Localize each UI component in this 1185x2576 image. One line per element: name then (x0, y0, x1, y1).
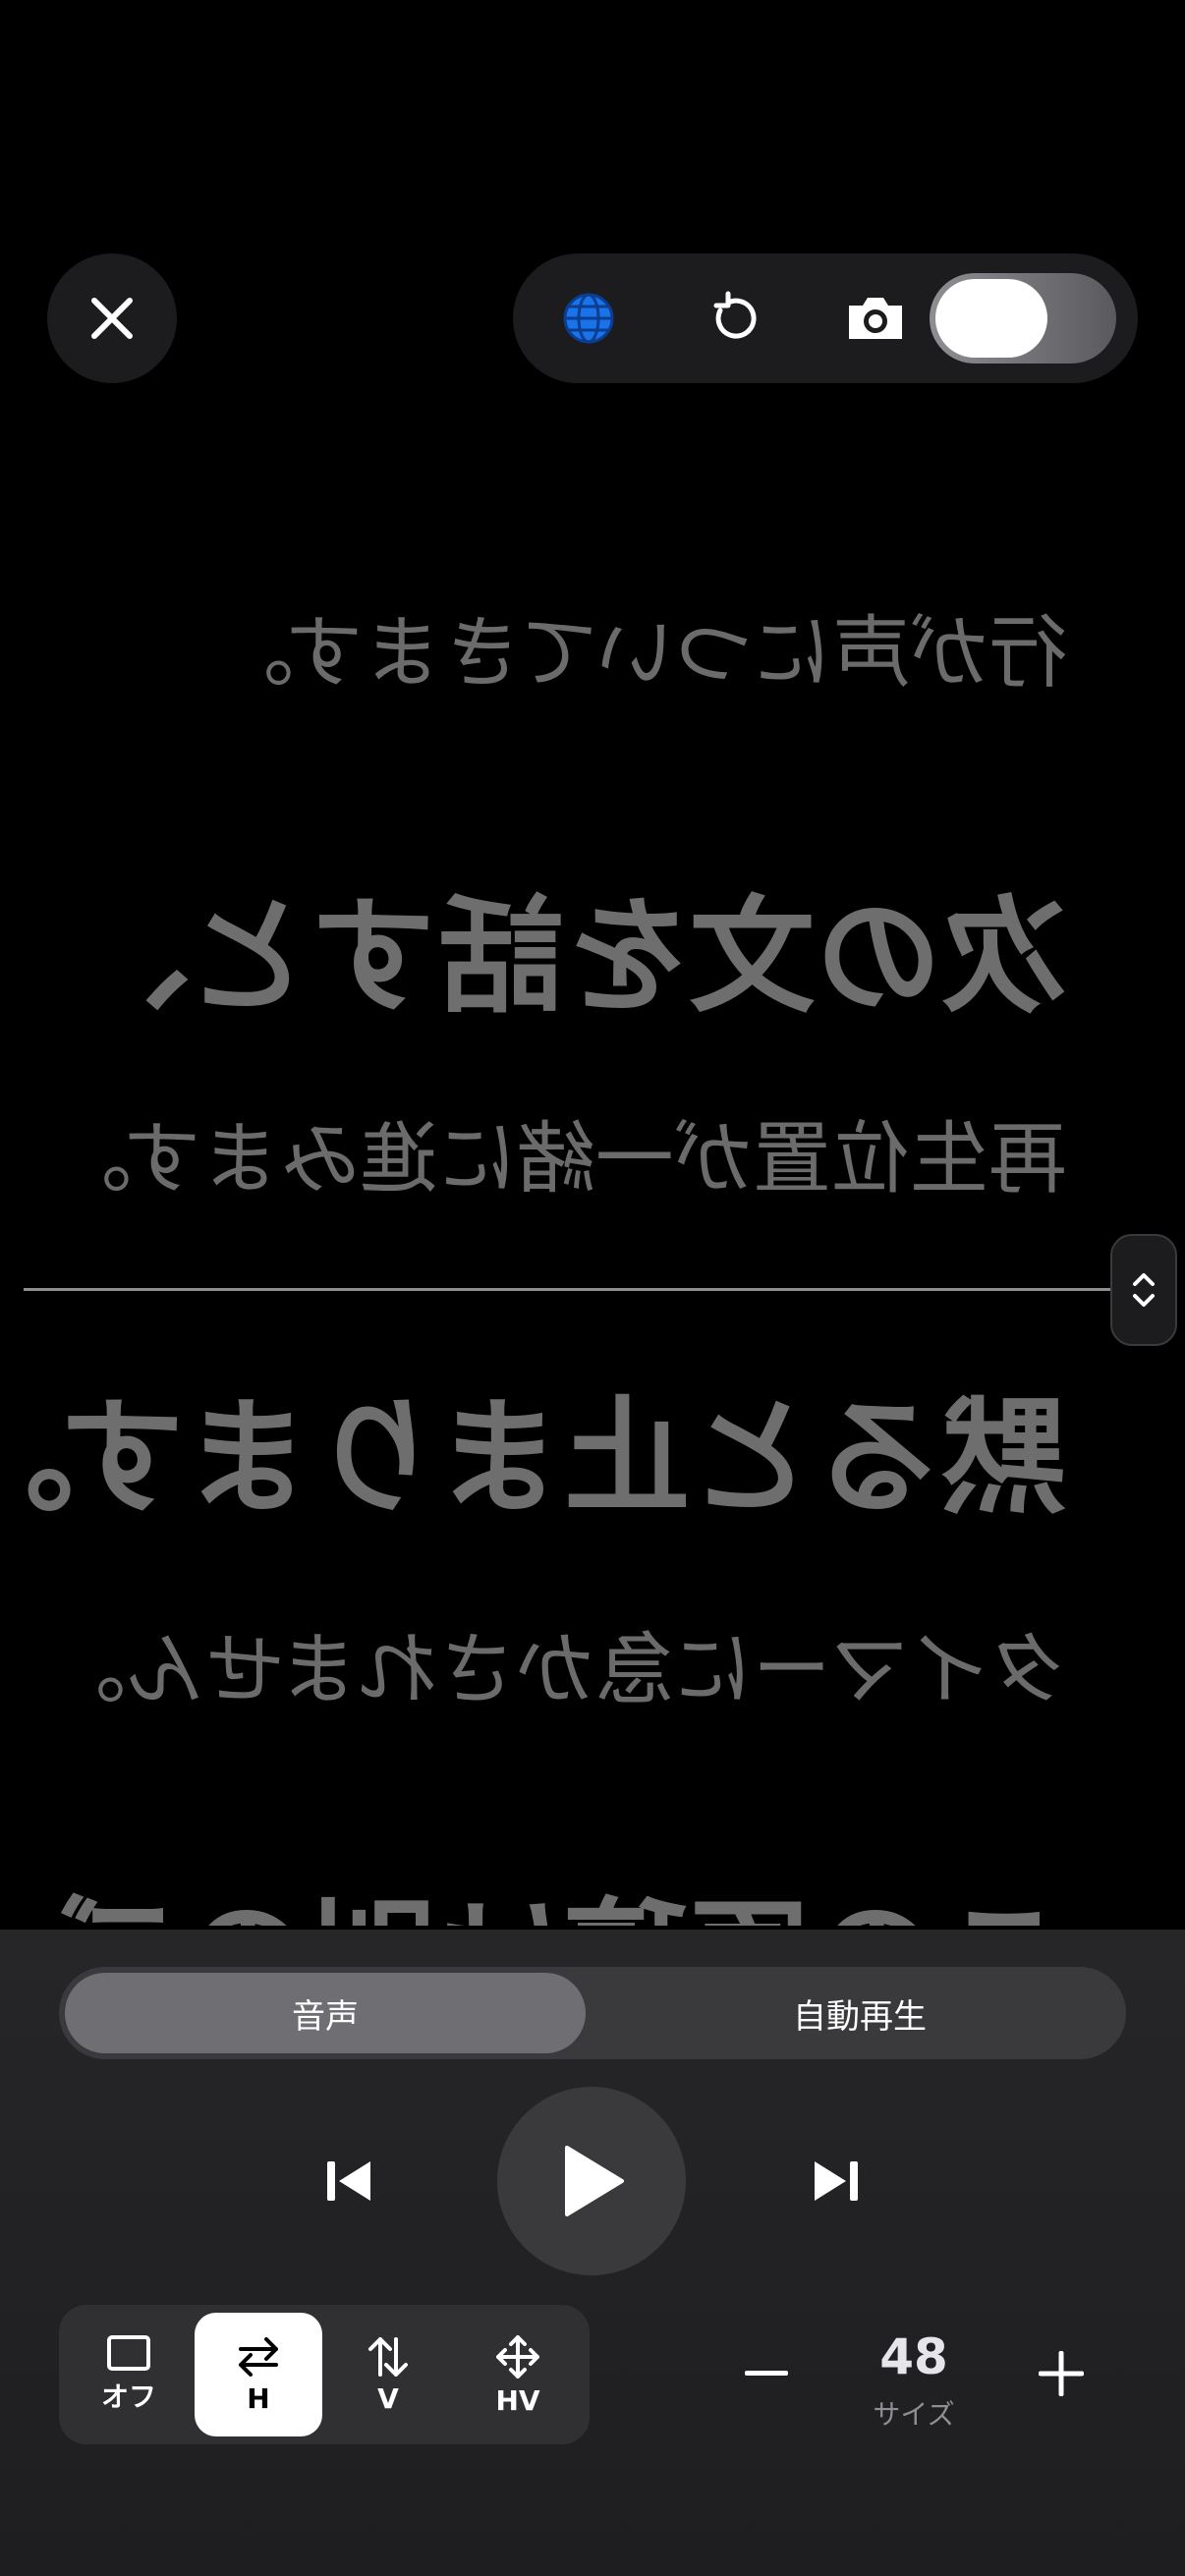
toggle-knob (935, 279, 1047, 358)
prompter-line: タイマーに急かされません。 (47, 1624, 1067, 1715)
rotate-icon (713, 291, 757, 339)
reset-button[interactable] (680, 253, 788, 383)
prompter-area[interactable]: 行が声についてきます。 次の文を話すと、 再生位置が一緒に進みます。 黙ると止ま… (0, 550, 1185, 1926)
skip-forward-icon (815, 2161, 858, 2201)
reading-guide-line (24, 1288, 1110, 1291)
prompter-line: 再生位置が一緒に進みます。 (53, 1113, 1067, 1204)
reading-guide-handle[interactable] (1110, 1234, 1177, 1346)
close-icon (91, 298, 133, 339)
mirror-v-button[interactable]: V (324, 2313, 452, 2436)
camera-toggle[interactable] (930, 273, 1116, 364)
mirror-h-label: H (247, 2381, 270, 2415)
top-toolbar (513, 253, 1138, 383)
camera-button[interactable] (821, 253, 930, 383)
move-arrows-icon (496, 2334, 539, 2379)
minus-icon (745, 2371, 788, 2376)
mirror-v-label: V (377, 2381, 399, 2415)
prompter-line: 黙ると止まります。 (0, 1385, 1067, 1532)
mirror-h-button[interactable]: H (195, 2313, 322, 2436)
plus-icon (1039, 2351, 1084, 2396)
mode-voice-tab[interactable]: 音声 (65, 1973, 586, 2053)
play-icon (565, 2146, 624, 2216)
language-button[interactable] (535, 253, 643, 383)
prompter-line: 次の文を話すと、 (66, 884, 1067, 1031)
prompter-line: この原稿は別のデータ (0, 1857, 1067, 1926)
mirror-hv-button[interactable]: HV (454, 2313, 582, 2436)
mirror-mode-selector: オフ H V HV (59, 2305, 590, 2444)
square-icon (107, 2335, 150, 2371)
camera-icon (849, 298, 902, 339)
mode-segmented-control: 音声 自動再生 (59, 1967, 1126, 2059)
font-size-caption: サイズ (873, 2398, 955, 2431)
skip-back-icon (327, 2161, 370, 2201)
font-size-value: 48 (879, 2328, 948, 2385)
mirror-hv-label: HV (495, 2383, 540, 2417)
previous-button[interactable] (301, 2132, 399, 2230)
mirror-off-button[interactable]: オフ (65, 2313, 193, 2436)
prompter-line: 行が声についてきます。 (214, 607, 1067, 699)
next-button[interactable] (786, 2132, 884, 2230)
size-decrease-button[interactable] (727, 2334, 806, 2413)
close-button[interactable] (47, 253, 177, 383)
mode-autoplay-tab[interactable]: 自動再生 (599, 1973, 1120, 2053)
mirror-off-label: オフ (100, 2380, 156, 2413)
play-button[interactable] (497, 2087, 686, 2275)
globe-icon (563, 293, 614, 344)
horizontal-arrows-icon (239, 2336, 278, 2377)
chevron-up-down-icon (1133, 1273, 1155, 1307)
size-increase-button[interactable] (1022, 2334, 1100, 2413)
vertical-arrows-icon (368, 2336, 408, 2377)
